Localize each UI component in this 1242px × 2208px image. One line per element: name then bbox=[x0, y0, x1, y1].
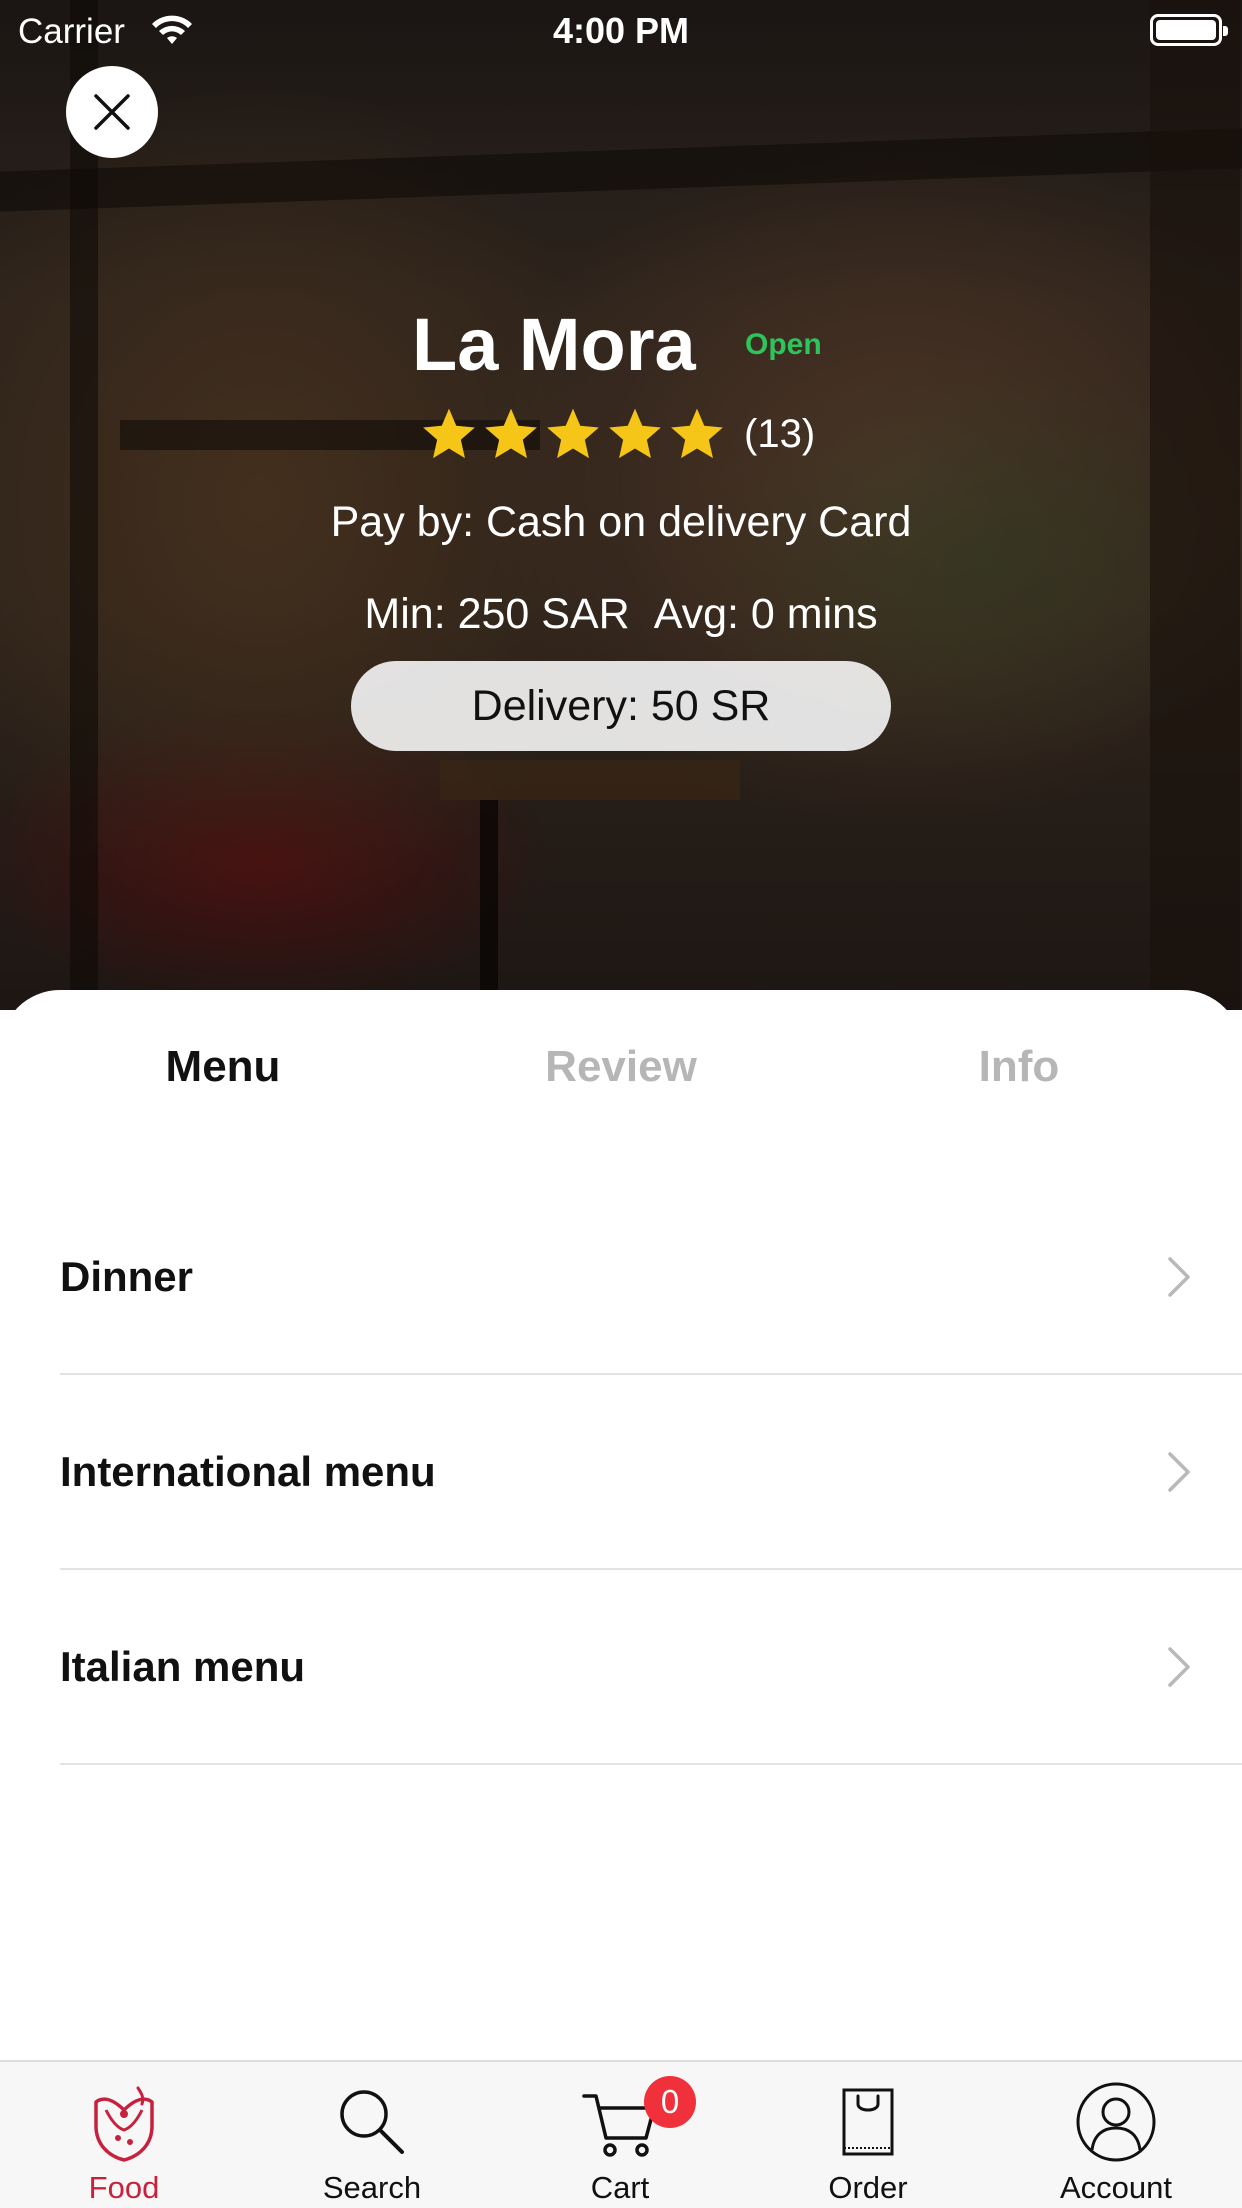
rating-row: (13) bbox=[420, 404, 815, 464]
star-icon bbox=[423, 408, 475, 459]
menu-item-label: International menu bbox=[60, 1447, 436, 1495]
tabbar-item-search[interactable]: Search bbox=[248, 2062, 496, 2208]
rating-count: (13) bbox=[744, 411, 816, 456]
restaurant-title-row: La Mora Open bbox=[0, 300, 1242, 390]
status-bar: Carrier 4:00 PM bbox=[0, 0, 1242, 60]
menu-item-italian[interactable]: Italian menu bbox=[60, 1570, 1242, 1765]
tabbar-label: Search bbox=[322, 2170, 422, 2205]
delivery-fee: Delivery: 50 SR bbox=[471, 681, 771, 730]
chevron-right-icon bbox=[1168, 1451, 1190, 1492]
tabbar-label: Cart bbox=[590, 2170, 650, 2205]
min-order: Min: 250 SAR bbox=[364, 590, 630, 638]
search-icon bbox=[340, 2090, 404, 2154]
menu-category-list: Dinner International menu Italian menu bbox=[60, 1180, 1242, 1765]
clock: 4:00 PM bbox=[552, 10, 690, 51]
star-icon bbox=[609, 408, 661, 459]
tabbar-label: Order bbox=[828, 2170, 908, 2205]
content-sheet: Menu Review Info Dinner International me… bbox=[0, 990, 1242, 2060]
tabbar-item-order[interactable]: Order bbox=[744, 2062, 992, 2208]
menu-item-dinner[interactable]: Dinner bbox=[60, 1180, 1242, 1375]
star-icon bbox=[547, 408, 599, 459]
tabbar-label: Account bbox=[1059, 2170, 1172, 2205]
star-icon bbox=[671, 408, 723, 459]
tab-info[interactable]: Info bbox=[812, 1042, 1226, 1092]
bottom-tab-bar: Food Search Cart Order Account bbox=[0, 2060, 1242, 2208]
delivery-fee-pill: Delivery: 50 SR bbox=[351, 661, 891, 751]
avg-time: Avg: 0 mins bbox=[653, 590, 878, 638]
close-button[interactable] bbox=[66, 66, 158, 158]
battery-icon bbox=[1150, 14, 1228, 46]
restaurant-name: La Mora bbox=[412, 303, 696, 386]
menu-item-international[interactable]: International menu bbox=[60, 1375, 1242, 1570]
close-icon bbox=[94, 94, 130, 130]
order-bag-icon bbox=[842, 2088, 894, 2156]
food-icon bbox=[94, 2086, 154, 2162]
menu-item-label: Italian menu bbox=[60, 1642, 306, 1690]
chevron-right-icon bbox=[1168, 1256, 1190, 1297]
tabbar-item-account[interactable]: Account bbox=[992, 2062, 1240, 2208]
tab-review[interactable]: Review bbox=[414, 1042, 828, 1092]
menu-item-label: Dinner bbox=[60, 1252, 194, 1300]
account-icon bbox=[1076, 2082, 1156, 2162]
tabbar-label: Food bbox=[88, 2170, 160, 2205]
cart-count-badge: 0 bbox=[644, 2076, 696, 2128]
star-rating bbox=[420, 405, 726, 463]
payment-methods: Pay by: Cash on delivery Card bbox=[330, 498, 912, 546]
open-status-badge: Open bbox=[745, 328, 822, 361]
chevron-right-icon bbox=[1168, 1646, 1190, 1687]
segment-tabs: Menu Review Info bbox=[0, 990, 1242, 1150]
tabbar-item-food[interactable]: Food bbox=[0, 2062, 248, 2208]
order-info: Min: 250 SAR Avg: 0 mins bbox=[0, 590, 1242, 639]
tabbar-item-cart[interactable]: Cart bbox=[496, 2062, 744, 2208]
tab-menu[interactable]: Menu bbox=[16, 1042, 430, 1092]
star-icon bbox=[485, 408, 537, 459]
